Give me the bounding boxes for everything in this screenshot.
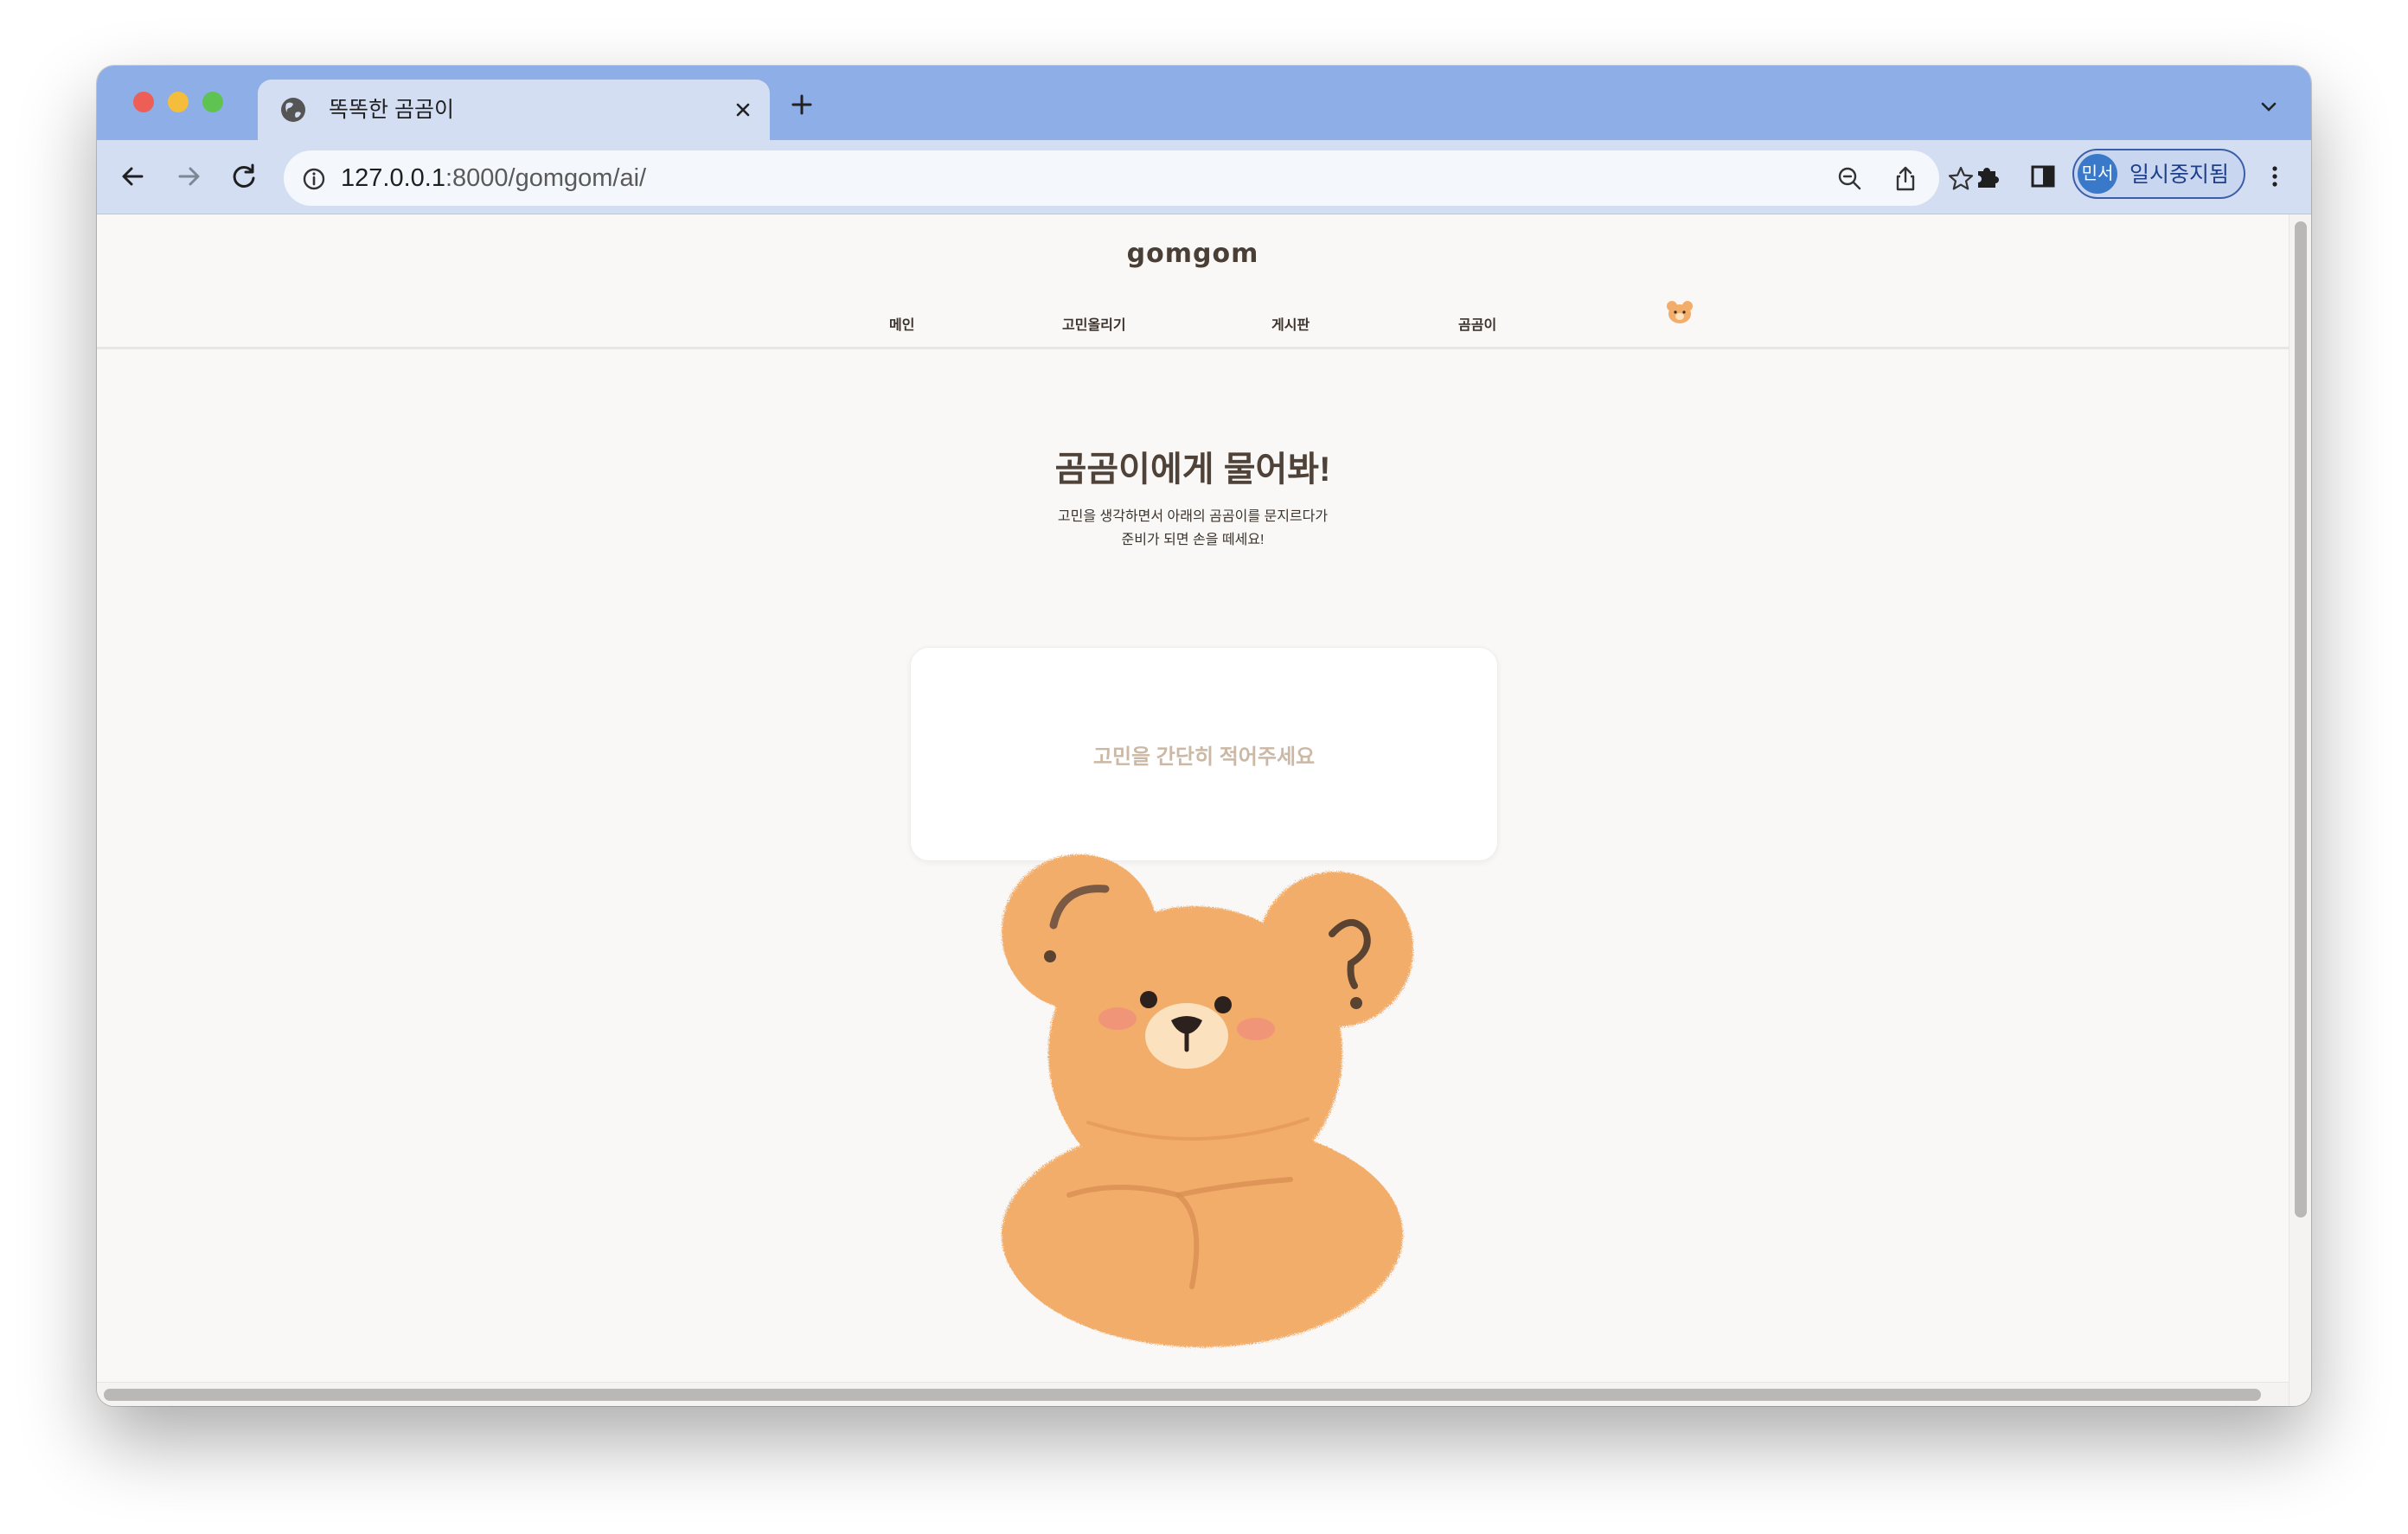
info-icon[interactable] xyxy=(301,166,327,192)
address-bar[interactable]: 127.0.0.1:8000/gomgom/ai/ xyxy=(284,150,1974,206)
url-text: 127.0.0.1:8000/gomgom/ai/ xyxy=(341,163,646,194)
site-logo[interactable]: gomgom xyxy=(97,239,2289,269)
bear-profile-icon[interactable] xyxy=(1665,299,1694,325)
tab-title: 똑똑한 곰곰이 xyxy=(329,98,454,122)
chevron-down-icon[interactable] xyxy=(2258,95,2280,118)
more-menu-icon[interactable] xyxy=(2258,159,2292,194)
globe-icon xyxy=(281,98,305,122)
browser-window: 똑똑한 곰곰이 127.0.0.1:8000/gomgom/ai/ 민서 일시중… xyxy=(97,66,2311,1406)
page-viewport: gomgom 메인 고민올리기 게시판 곰곰이 곰곰이에게 물어봐! 고민을 생… xyxy=(97,214,2311,1406)
vertical-scrollbar-thumb[interactable] xyxy=(2295,221,2307,1218)
tab-strip: 똑똑한 곰곰이 xyxy=(97,66,2311,140)
site-header: gomgom 메인 고민올리기 게시판 곰곰이 xyxy=(97,214,2289,349)
worry-input-card xyxy=(910,647,1498,861)
vertical-scrollbar[interactable] xyxy=(2289,214,2311,1406)
profile-button[interactable]: 민서 일시중지됨 xyxy=(2072,149,2245,199)
new-tab-icon[interactable] xyxy=(789,92,815,118)
forward-arrow-icon[interactable] xyxy=(171,159,206,194)
avatar: 민서 xyxy=(2078,154,2117,194)
bear-illustration[interactable] xyxy=(979,837,1429,1356)
url-host: 127.0.0.1 xyxy=(341,164,445,192)
close-window-button[interactable] xyxy=(133,92,154,112)
nav-item-gomgom[interactable]: 곰곰이 xyxy=(1458,313,1496,334)
worry-input[interactable] xyxy=(911,648,1497,860)
zoom-window-button[interactable] xyxy=(202,92,223,112)
zoom-out-icon[interactable] xyxy=(1835,164,1865,194)
nav-item-main[interactable]: 메인 xyxy=(889,313,914,334)
profile-status-label: 일시중지됨 xyxy=(2129,163,2230,187)
url-path: :8000/gomgom/ai/ xyxy=(445,164,647,192)
description-line-2: 준비가 되면 손을 떼세요! xyxy=(1121,533,1265,547)
back-arrow-icon[interactable] xyxy=(116,159,150,194)
horizontal-scrollbar[interactable] xyxy=(97,1382,2289,1406)
description-line-1: 고민을 생각하면서 아래의 곰곰이를 문지르다가 xyxy=(1057,509,1329,524)
page-title: 곰곰이에게 물어봐! xyxy=(1054,451,1331,489)
tab-active[interactable]: 똑똑한 곰곰이 xyxy=(258,80,770,140)
reload-icon[interactable] xyxy=(227,159,261,194)
side-panel-icon[interactable] xyxy=(2026,159,2060,194)
nav-item-board[interactable]: 게시판 xyxy=(1271,313,1310,334)
extensions-puzzle-icon[interactable] xyxy=(1970,159,2005,194)
close-tab-icon[interactable] xyxy=(730,97,756,123)
page-description: 고민을 생각하면서 아래의 곰곰이를 문지르다가 준비가 되면 손을 떼세요! xyxy=(97,505,2289,552)
horizontal-scrollbar-thumb[interactable] xyxy=(104,1389,2261,1401)
share-icon[interactable] xyxy=(1891,164,1920,194)
nav-item-post-worry[interactable]: 고민올리기 xyxy=(1062,313,1126,334)
minimize-window-button[interactable] xyxy=(168,92,189,112)
browser-toolbar: 127.0.0.1:8000/gomgom/ai/ 민서 일시중지됨 xyxy=(97,140,2311,214)
